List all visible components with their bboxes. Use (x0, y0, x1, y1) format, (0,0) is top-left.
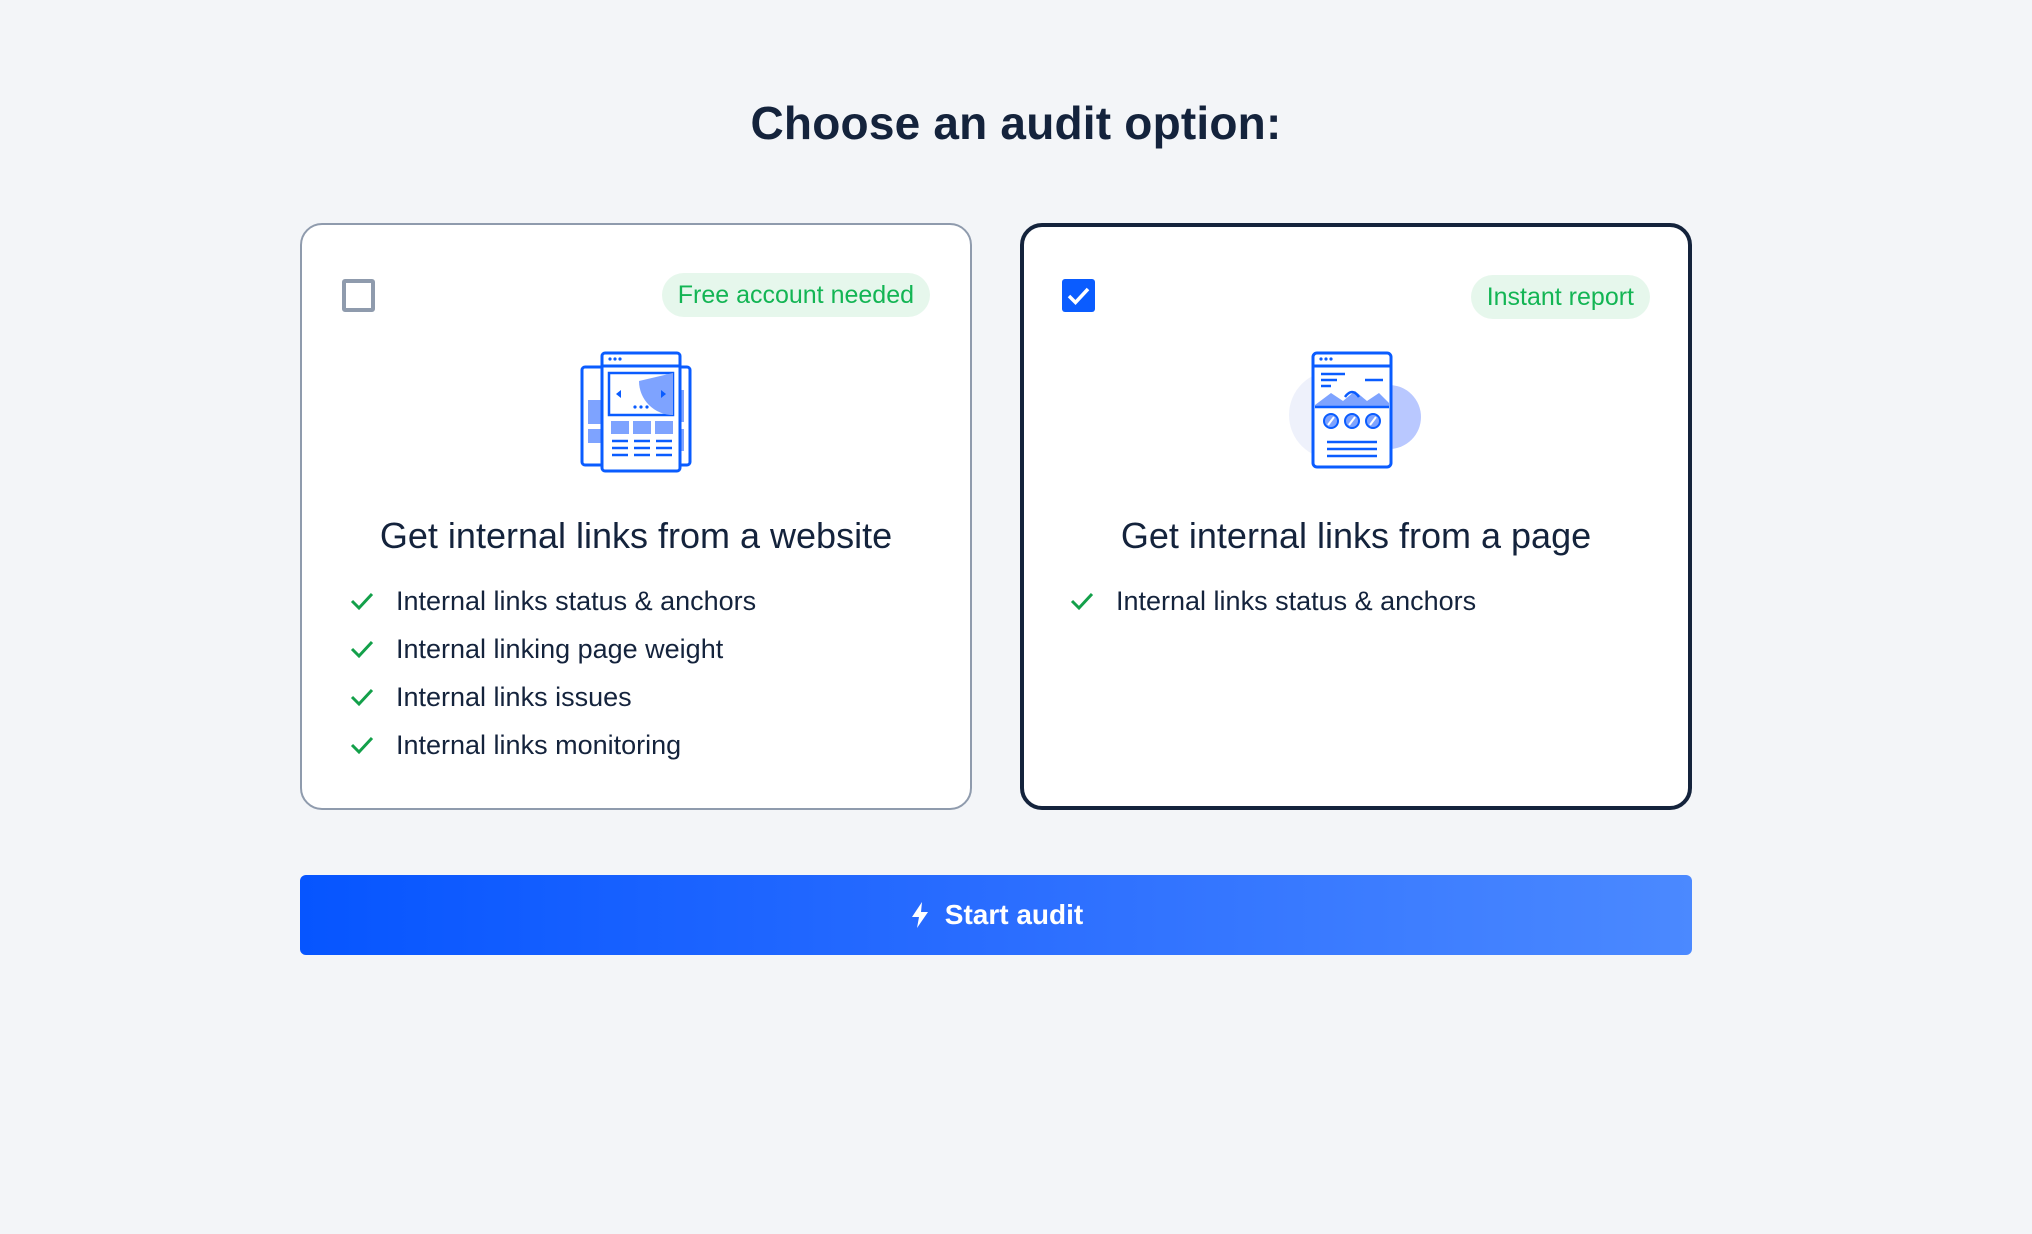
feature-label: Internal links status & anchors (396, 585, 757, 616)
website-option-checkbox[interactable] (342, 279, 375, 312)
feature-label: Internal linking page weight (396, 633, 724, 664)
feature-label: Internal links issues (396, 681, 632, 712)
check-icon (350, 640, 374, 659)
start-audit-label: Start audit (944, 899, 1084, 930)
page-feature-list: Internal links status & anchors (1070, 577, 1476, 625)
feature-item: Internal linking page weight (350, 625, 756, 673)
check-icon (350, 592, 374, 611)
start-audit-button[interactable]: Start audit (300, 875, 1692, 955)
website-pages-illustration (566, 345, 706, 485)
free-account-badge: Free account needed (661, 273, 930, 317)
feature-item: Internal links status & anchors (350, 577, 756, 625)
audit-option-website-card[interactable]: Free account needed Get internal links f… (300, 223, 972, 810)
check-icon (350, 688, 374, 707)
feature-item: Internal links issues (350, 673, 756, 721)
page-option-checkbox[interactable] (1062, 279, 1095, 312)
page-option-title: Get internal links from a page (1120, 515, 1592, 556)
single-page-illustration (1281, 347, 1431, 482)
website-feature-list: Internal links status & anchors Internal… (350, 577, 756, 769)
lightning-bolt-icon (911, 902, 928, 928)
check-icon (1070, 592, 1094, 611)
feature-label: Internal links status & anchors (1116, 585, 1477, 616)
page-title: Choose an audit option: (750, 97, 1282, 149)
check-icon (350, 736, 374, 755)
feature-label: Internal links monitoring (396, 729, 682, 760)
audit-option-page-card[interactable]: Instant report Get internal links from a… (1020, 223, 1692, 810)
feature-item: Internal links monitoring (350, 721, 756, 769)
feature-item: Internal links status & anchors (1070, 577, 1476, 625)
instant-report-badge: Instant report (1470, 275, 1650, 319)
checkmark-icon (1067, 287, 1090, 306)
website-option-title: Get internal links from a website (379, 515, 893, 556)
